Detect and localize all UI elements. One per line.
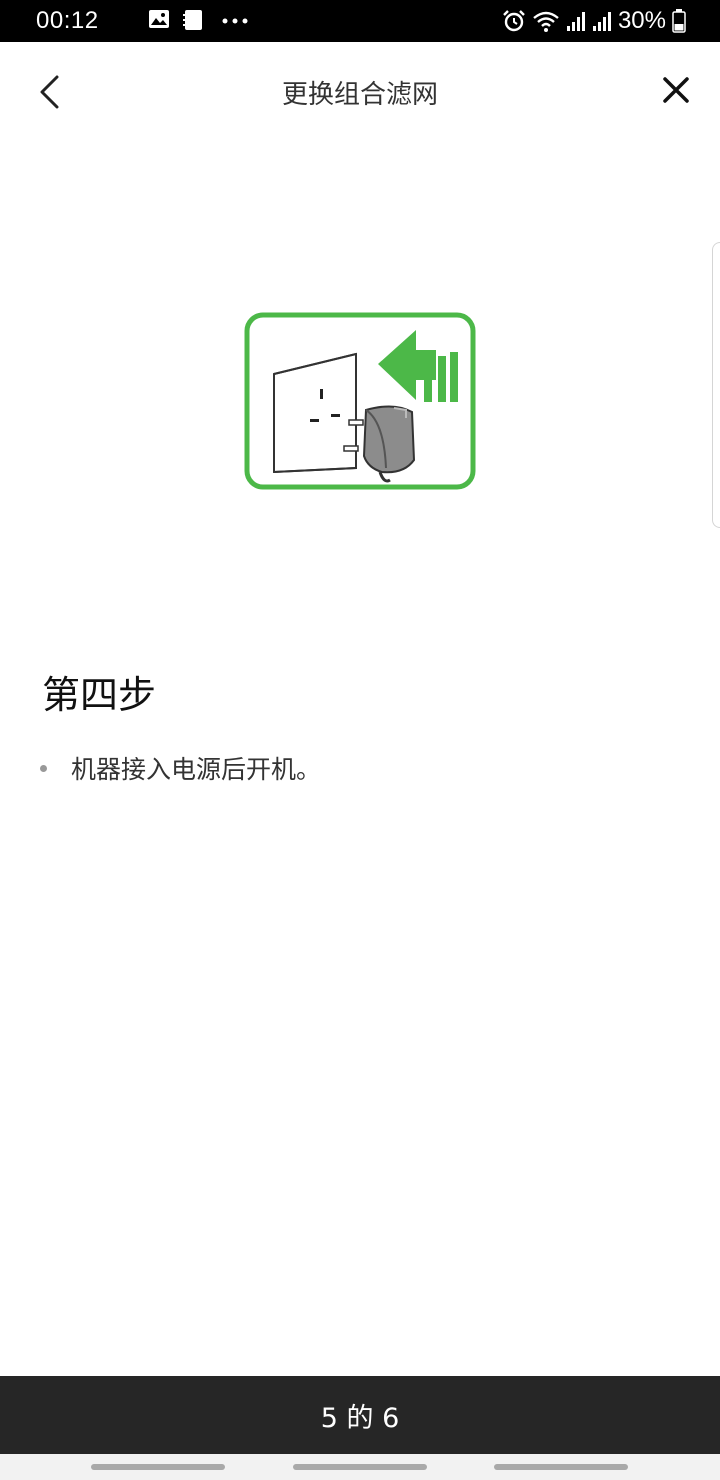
more-dots-icon xyxy=(222,18,248,24)
signal-icon xyxy=(566,12,585,31)
page-title: 更换组合滤网 xyxy=(281,80,438,110)
alarm-icon xyxy=(503,10,525,32)
page-indicator: 5 的 6 xyxy=(320,1402,400,1434)
step-item-text: 机器接入电源后开机。 xyxy=(71,755,322,784)
close-icon xyxy=(663,77,689,103)
status-time: 00:12 xyxy=(36,7,99,34)
header: 更换组合滤网 xyxy=(0,42,720,140)
recent-apps-button[interactable] xyxy=(91,1464,225,1470)
battery-percent: 30% xyxy=(617,7,666,34)
close-button[interactable] xyxy=(654,68,698,112)
battery-icon xyxy=(672,9,686,33)
edge-panel-handle[interactable] xyxy=(712,242,720,528)
step-instructions: 机器接入电源后开机。 xyxy=(40,748,321,788)
home-button[interactable] xyxy=(293,1464,427,1470)
status-icons: 30% xyxy=(502,6,686,36)
bullet-icon xyxy=(40,764,47,772)
signal-icon xyxy=(592,12,611,31)
step-title: 第四步 xyxy=(42,673,157,717)
back-nav-button[interactable] xyxy=(494,1464,628,1470)
document-icon xyxy=(183,10,202,30)
plug-into-socket-illustration xyxy=(244,312,476,490)
status-bar: 00:12 30% xyxy=(0,0,720,42)
list-item: 机器接入电源后开机。 xyxy=(40,748,321,788)
image-icon xyxy=(149,10,169,28)
navigation-bar xyxy=(0,1454,720,1480)
pager-bar: 5 的 6 xyxy=(0,1376,720,1454)
wifi-icon xyxy=(533,11,559,32)
